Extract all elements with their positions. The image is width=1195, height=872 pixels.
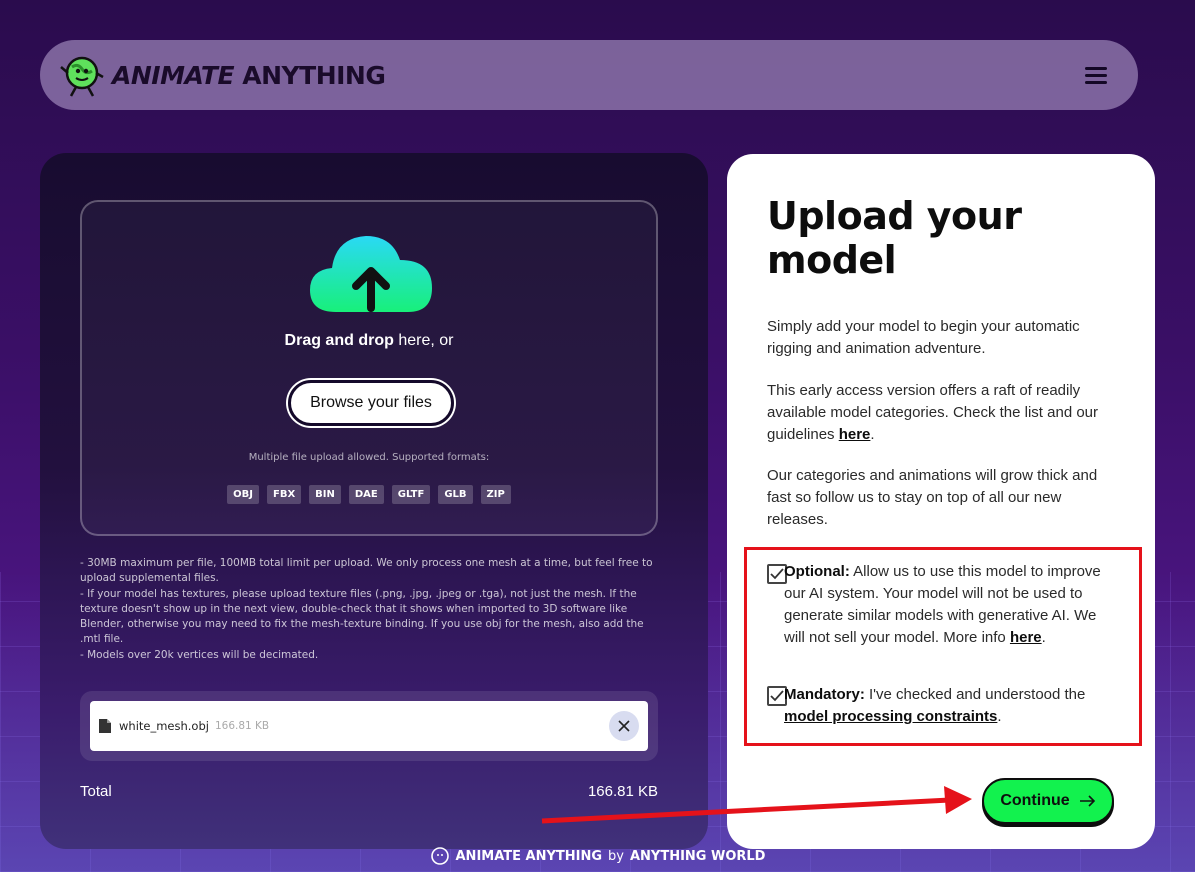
early-access-paragraph: This early access version offers a raft … bbox=[767, 382, 1099, 443]
arrow-right-icon bbox=[1079, 795, 1095, 807]
cloud-upload-icon bbox=[310, 236, 432, 312]
consent-highlight: Optional: Allow us to use this model to … bbox=[744, 547, 1142, 746]
footer-brand-name: ANIMATE ANYTHING bbox=[455, 848, 603, 864]
intro-paragraph: Simply add your model to begin your auto… bbox=[767, 318, 1080, 357]
format-badge: OBJ bbox=[227, 485, 259, 504]
browse-files-button[interactable]: Browse your files bbox=[288, 380, 454, 426]
top-navbar: ANIMATE ANYTHING bbox=[40, 40, 1138, 110]
file-dropzone[interactable]: Drag and drop here, or Browse your files… bbox=[80, 200, 658, 536]
close-icon bbox=[618, 720, 630, 732]
upload-notes: - 30MB maximum per file, 100MB total lim… bbox=[80, 556, 665, 664]
brand-name: ANIMATE ANYTHING bbox=[112, 60, 386, 90]
footer-brand: ANIMATE ANYTHING by ANYTHING WORLD bbox=[0, 846, 1195, 866]
brand-logo[interactable]: ANIMATE ANYTHING bbox=[58, 51, 386, 99]
info-panel: Upload your model Simply add your model … bbox=[727, 154, 1155, 849]
format-badge: DAE bbox=[348, 485, 384, 504]
total-value: 166.81 KB bbox=[587, 783, 658, 800]
more-info-link[interactable]: here bbox=[1010, 629, 1042, 646]
dropzone-instruction: Drag and drop here, or bbox=[284, 332, 454, 349]
globe-mascot-icon bbox=[430, 847, 449, 865]
footer-company: ANYTHING WORLD bbox=[629, 848, 766, 864]
upload-panel: Drag and drop here, or Browse your files… bbox=[40, 153, 708, 849]
categories-paragraph: Our categories and animations will grow … bbox=[767, 467, 1098, 528]
file-size: 166.81 KB bbox=[214, 720, 270, 732]
file-icon bbox=[99, 719, 111, 733]
optional-consent-text: Optional: Allow us to use this model to … bbox=[784, 563, 1101, 646]
note-item: - Models over 20k vertices will be decim… bbox=[80, 649, 319, 661]
format-badges: OBJ FBX BIN DAE GLTF GLB ZIP bbox=[82, 485, 656, 504]
uploaded-file-list: white_mesh.obj 166.81 KB bbox=[80, 691, 658, 761]
format-badge: GLTF bbox=[391, 485, 431, 504]
format-badge: BIN bbox=[309, 485, 341, 504]
note-item: - If your model has textures, please upl… bbox=[80, 588, 644, 645]
processing-constraints-link[interactable]: model processing constraints bbox=[784, 708, 997, 725]
file-name: white_mesh.obj bbox=[119, 719, 209, 733]
continue-button[interactable]: Continue bbox=[982, 778, 1114, 824]
checkmark-icon bbox=[770, 690, 784, 702]
total-row: Total 166.81 KB bbox=[80, 783, 658, 800]
guidelines-link[interactable]: here bbox=[839, 426, 871, 443]
supported-formats-note: Multiple file upload allowed. Supported … bbox=[248, 452, 490, 463]
note-item: - 30MB maximum per file, 100MB total lim… bbox=[80, 557, 653, 584]
file-item: white_mesh.obj 166.81 KB bbox=[90, 701, 648, 751]
globe-mascot-icon bbox=[60, 56, 104, 97]
format-badge: FBX bbox=[266, 485, 302, 504]
total-label: Total bbox=[80, 783, 112, 800]
checkmark-icon bbox=[770, 568, 784, 580]
format-badge: GLB bbox=[438, 485, 473, 504]
footer-by: by bbox=[608, 848, 624, 864]
hamburger-menu-icon[interactable] bbox=[1076, 55, 1116, 95]
page-title: Upload your model bbox=[767, 194, 1022, 282]
remove-file-button[interactable] bbox=[609, 711, 639, 741]
continue-label: Continue bbox=[1000, 792, 1070, 809]
format-badge: ZIP bbox=[480, 485, 511, 504]
mandatory-consent-text: Mandatory: I've checked and understood t… bbox=[784, 686, 1086, 725]
